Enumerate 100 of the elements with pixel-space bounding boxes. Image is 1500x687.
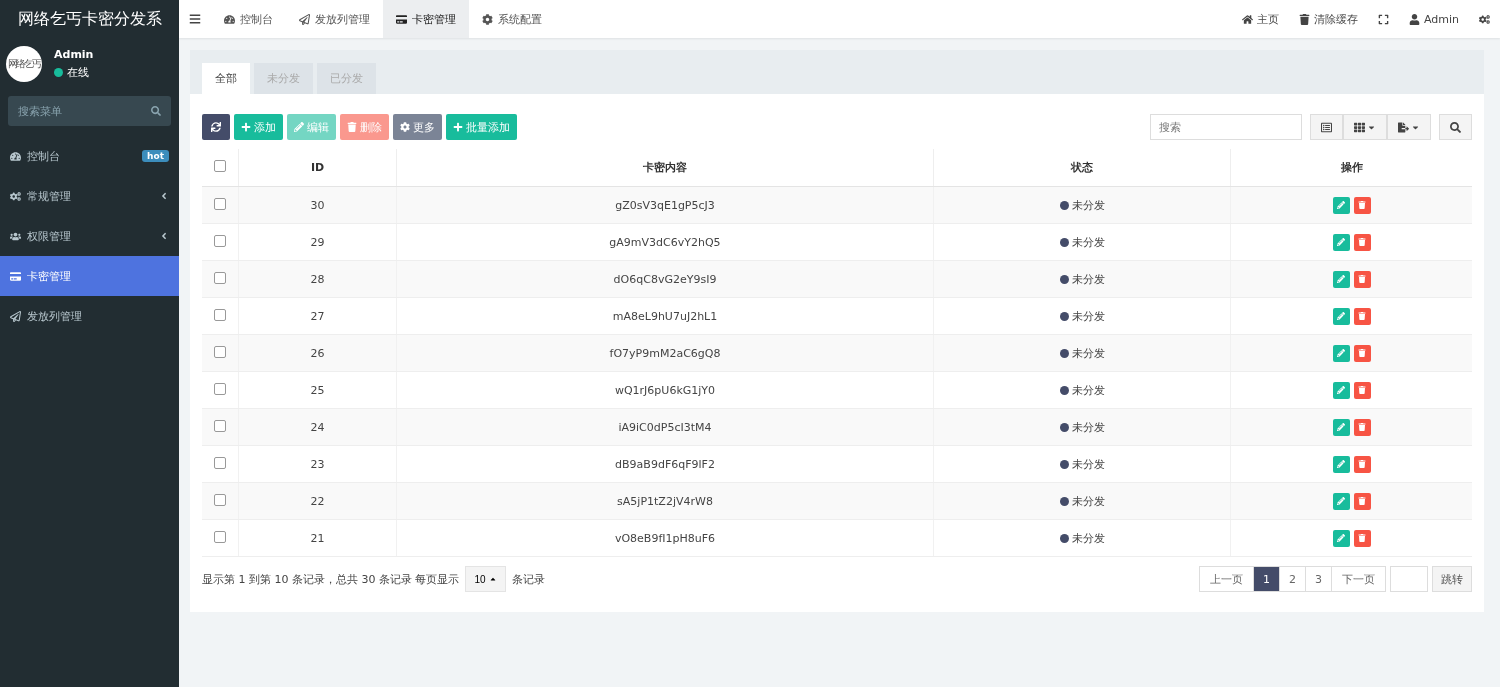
table-cell: gZ0sV3qE1gP5cJ3 [396, 186, 934, 224]
edit-button[interactable] [1332, 233, 1350, 251]
checkbox[interactable] [214, 271, 226, 284]
caret-icon [488, 575, 497, 583]
refresh-button[interactable] [202, 114, 230, 140]
card-icon [10, 270, 21, 282]
nav-link[interactable]: Admin [1398, 12, 1469, 26]
status-label: 未分发 [1071, 271, 1105, 287]
delete-button[interactable] [1353, 344, 1371, 362]
edit-button[interactable] [1332, 492, 1350, 510]
pencil-icon [1337, 312, 1345, 320]
sidebar-item[interactable]: 常规管理 [0, 176, 179, 216]
grid-icon [1354, 121, 1365, 133]
nav-tab[interactable]: 控制台 [211, 0, 286, 38]
checkbox[interactable] [214, 234, 226, 247]
delete-button[interactable] [1353, 307, 1371, 325]
status-dot [1059, 311, 1069, 321]
search-button[interactable] [1439, 114, 1472, 140]
page-size-dropdown[interactable]: 10 [465, 566, 506, 592]
delete-button[interactable] [1353, 381, 1371, 399]
next-page-button[interactable]: 下一页 [1331, 566, 1386, 592]
page-button[interactable]: 1 [1253, 566, 1280, 592]
trash-icon [1358, 238, 1366, 246]
checkbox[interactable] [214, 345, 226, 358]
list-view-button[interactable] [1310, 114, 1343, 140]
page-button[interactable]: 2 [1279, 566, 1306, 592]
checkbox[interactable] [214, 456, 226, 469]
pencil-icon [1337, 201, 1345, 209]
nav-link[interactable]: 清除缓存 [1288, 11, 1368, 27]
menu-icon [189, 13, 201, 25]
delete-button[interactable] [1353, 492, 1371, 510]
delete-button[interactable] [1353, 418, 1371, 436]
edit-button[interactable] [1332, 418, 1350, 436]
page-input[interactable] [1390, 566, 1428, 592]
gear-icon [482, 13, 493, 25]
edit-button[interactable] [1332, 529, 1350, 547]
pencil-icon [1337, 497, 1345, 505]
trash-icon [1298, 13, 1310, 25]
sidebar-item[interactable]: 发放列管理 [0, 296, 179, 336]
delete-button[interactable] [1353, 529, 1371, 547]
checkbox[interactable] [214, 530, 226, 543]
delete-button[interactable] [1353, 196, 1371, 214]
checkbox[interactable] [214, 382, 226, 395]
table-cell: wQ1rJ6pU6kG1jY0 [396, 371, 934, 409]
checkbox[interactable] [214, 493, 226, 506]
status-label: 未分发 [1071, 456, 1105, 472]
checkbox[interactable] [214, 419, 226, 432]
trash-icon [347, 122, 357, 132]
pencil-icon [294, 122, 304, 132]
table-cell: 22 [238, 482, 397, 520]
search-field[interactable]: 搜索 [1150, 114, 1302, 140]
export-button[interactable] [1387, 114, 1431, 140]
checkbox[interactable] [214, 308, 226, 321]
nav-link[interactable]: 主页 [1231, 11, 1289, 27]
sidebar-item[interactable]: 控制台 hot [0, 136, 179, 176]
sidebar-item[interactable]: 卡密管理 [0, 256, 179, 296]
export-icon [1398, 121, 1409, 133]
edit-button[interactable] [1332, 344, 1350, 362]
jump-button[interactable]: 跳转 [1432, 566, 1472, 592]
status-label: 未分发 [1071, 197, 1105, 213]
sidebar-item-label: 权限管理 [27, 228, 71, 244]
status-label: 未分发 [1071, 530, 1105, 546]
delete-button[interactable] [1353, 233, 1371, 251]
filter-tab[interactable]: 全部 [202, 63, 250, 94]
nav-tab[interactable]: 发放列管理 [286, 0, 383, 38]
trash-icon [1358, 386, 1366, 394]
table-cell: fO7yP9mM2aC6gQ8 [396, 334, 934, 372]
menu-search-field[interactable]: 搜索菜单 [8, 96, 171, 126]
status-dot [1059, 422, 1069, 432]
prev-page-button[interactable]: 上一页 [1199, 566, 1254, 592]
pencil-icon [1337, 349, 1345, 357]
edit-button[interactable] [1332, 196, 1350, 214]
pencil-icon [1337, 460, 1345, 468]
pencil-icon [1337, 275, 1345, 283]
checkbox[interactable] [214, 197, 226, 210]
sidebar-item[interactable]: 权限管理 [0, 216, 179, 256]
sidebar-item-label: 卡密管理 [27, 268, 71, 284]
edit-button[interactable] [1332, 307, 1350, 325]
trash-icon [1358, 201, 1366, 209]
columns-button[interactable] [1343, 114, 1387, 140]
table-cell: vO8eB9fI1pH8uF6 [396, 519, 934, 557]
toolbar-button[interactable]: 更多 [393, 114, 442, 140]
status-dot [1059, 496, 1069, 506]
page-button[interactable]: 3 [1305, 566, 1332, 592]
nav-tab[interactable]: 系统配置 [469, 0, 555, 38]
edit-button[interactable] [1332, 455, 1350, 473]
checkbox[interactable] [214, 160, 226, 172]
plus-icon [241, 122, 251, 132]
edit-button[interactable] [1332, 270, 1350, 288]
nav-tab[interactable]: 卡密管理 [383, 0, 469, 38]
settings-icon [1479, 13, 1490, 25]
paper-plane-icon [299, 13, 310, 25]
status-label: 未分发 [1071, 493, 1105, 509]
status-dot [1059, 200, 1069, 210]
delete-button[interactable] [1353, 455, 1371, 473]
edit-button[interactable] [1332, 381, 1350, 399]
status-label: 未分发 [1071, 382, 1105, 398]
trash-icon [1358, 534, 1366, 542]
table-cell: 30 [238, 186, 397, 224]
delete-button[interactable] [1353, 270, 1371, 288]
